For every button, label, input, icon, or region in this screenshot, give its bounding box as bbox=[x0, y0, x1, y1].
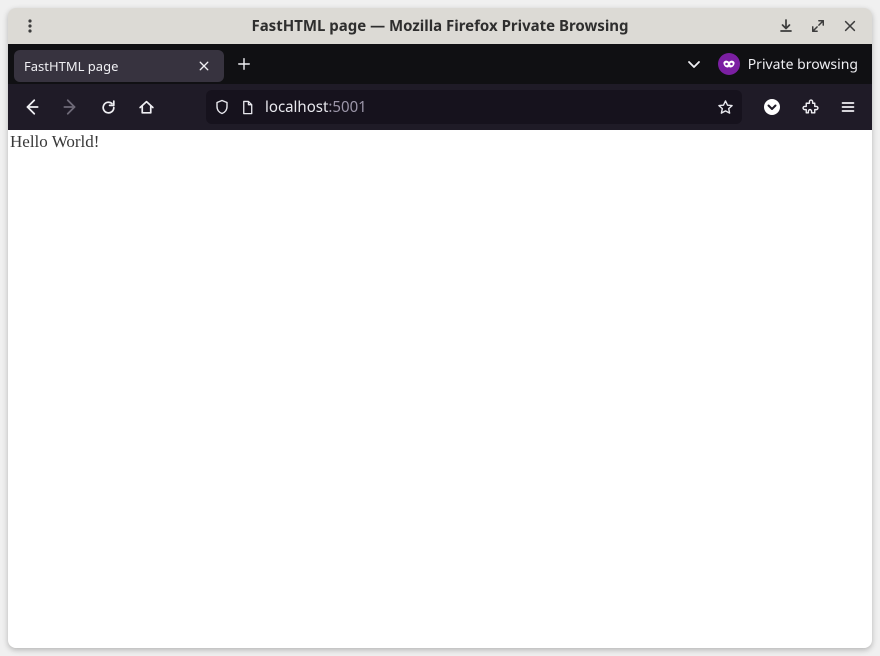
app-menu-button[interactable] bbox=[830, 90, 866, 124]
maximize-button[interactable] bbox=[802, 10, 834, 42]
page-viewport[interactable]: Hello World! bbox=[8, 130, 872, 648]
download-button[interactable] bbox=[770, 10, 802, 42]
forward-button[interactable] bbox=[52, 90, 88, 124]
browser-chrome: FastHTML page bbox=[8, 44, 872, 130]
tab-bar: FastHTML page bbox=[8, 44, 872, 84]
vertical-dots-icon bbox=[22, 18, 38, 34]
private-browsing-label: Private browsing bbox=[748, 55, 858, 74]
home-button[interactable] bbox=[128, 90, 164, 124]
tab-label: FastHTML page bbox=[24, 57, 186, 75]
extensions-button[interactable] bbox=[792, 90, 828, 124]
star-icon bbox=[717, 99, 734, 116]
bookmark-button[interactable] bbox=[717, 99, 734, 116]
url-host: localhost bbox=[265, 97, 328, 117]
window-titlebar: FastHTML page — Mozilla Firefox Private … bbox=[8, 8, 872, 44]
site-identity-button[interactable] bbox=[240, 100, 255, 115]
close-window-button[interactable] bbox=[834, 10, 866, 42]
list-all-tabs-button[interactable] bbox=[678, 48, 710, 80]
page-body-text: Hello World! bbox=[10, 132, 99, 151]
maximize-icon bbox=[811, 19, 825, 33]
address-bar[interactable]: localhost:5001 bbox=[206, 90, 742, 124]
reload-icon bbox=[100, 99, 117, 116]
download-icon bbox=[778, 18, 794, 34]
window-title: FastHTML page — Mozilla Firefox Private … bbox=[251, 16, 628, 36]
close-icon bbox=[198, 60, 210, 72]
private-browsing-indicator: Private browsing bbox=[718, 53, 866, 75]
arrow-left-icon bbox=[23, 98, 41, 116]
url-port: :5001 bbox=[328, 97, 366, 117]
titlebar-menu-button[interactable] bbox=[14, 10, 46, 42]
pocket-icon bbox=[762, 97, 782, 117]
url-text: localhost:5001 bbox=[265, 97, 707, 117]
plus-icon bbox=[237, 57, 251, 71]
shield-icon bbox=[214, 99, 230, 115]
private-mask-icon bbox=[718, 53, 740, 75]
tab-close-button[interactable] bbox=[194, 56, 214, 76]
window-title-wrap: FastHTML page — Mozilla Firefox Private … bbox=[8, 8, 872, 44]
home-icon bbox=[138, 99, 155, 116]
new-tab-button[interactable] bbox=[228, 48, 260, 80]
close-icon bbox=[843, 19, 857, 33]
browser-tab[interactable]: FastHTML page bbox=[14, 50, 224, 82]
chevron-down-icon bbox=[686, 56, 702, 72]
tabbar-right: Private browsing bbox=[678, 48, 866, 80]
hamburger-icon bbox=[840, 99, 856, 115]
arrow-right-icon bbox=[61, 98, 79, 116]
document-icon bbox=[240, 100, 255, 115]
pocket-button[interactable] bbox=[754, 90, 790, 124]
app-window: FastHTML page — Mozilla Firefox Private … bbox=[8, 8, 872, 648]
puzzle-icon bbox=[802, 99, 819, 116]
navigation-bar: localhost:5001 bbox=[8, 84, 872, 130]
back-button[interactable] bbox=[14, 90, 50, 124]
tracking-protection-button[interactable] bbox=[214, 99, 230, 115]
reload-button[interactable] bbox=[90, 90, 126, 124]
